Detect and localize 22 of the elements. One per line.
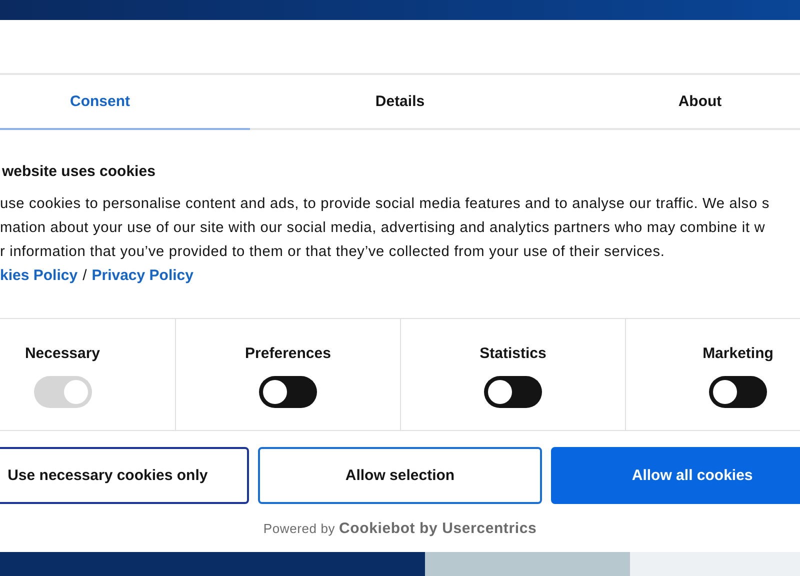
powered-by-text: Powered by [263,521,336,536]
policy-link[interactable]: kies Policy [0,264,78,288]
policy-link[interactable]: Privacy Policy [92,264,194,288]
tab[interactable]: Consent [0,75,250,130]
description-text: r information that you’ve provided to them or that they’ve collected from your use of their services. [0,243,666,262]
tab[interactable]: About [550,75,800,130]
consent-button[interactable]: Allow all cookies [550,447,800,504]
brand-name: Cookiebot by Usercentrics [339,520,537,537]
link-separator: / [82,266,87,286]
tab[interactable]: Details [250,75,550,130]
toggle-switch[interactable] [484,376,542,408]
category-label: Necessary [24,345,100,362]
category-label: Preferences [245,345,331,362]
description-text: mation about your use of our site with our social media, advertising and analytics partners who may combine it w [0,219,766,238]
category-label: Marketing [702,345,774,362]
description-text: use cookies to personalise content and ads, to provide social media features and to analyse our traffic. We also s [0,195,770,214]
consent-button[interactable]: Use necessary cookies only [0,447,250,504]
toggle-switch[interactable] [259,376,317,408]
dialog-title: website uses cookies [2,162,156,182]
consent-button[interactable]: Allow selection [258,447,542,504]
toggle-switch[interactable] [709,376,767,408]
category-label: Statistics [480,345,546,362]
